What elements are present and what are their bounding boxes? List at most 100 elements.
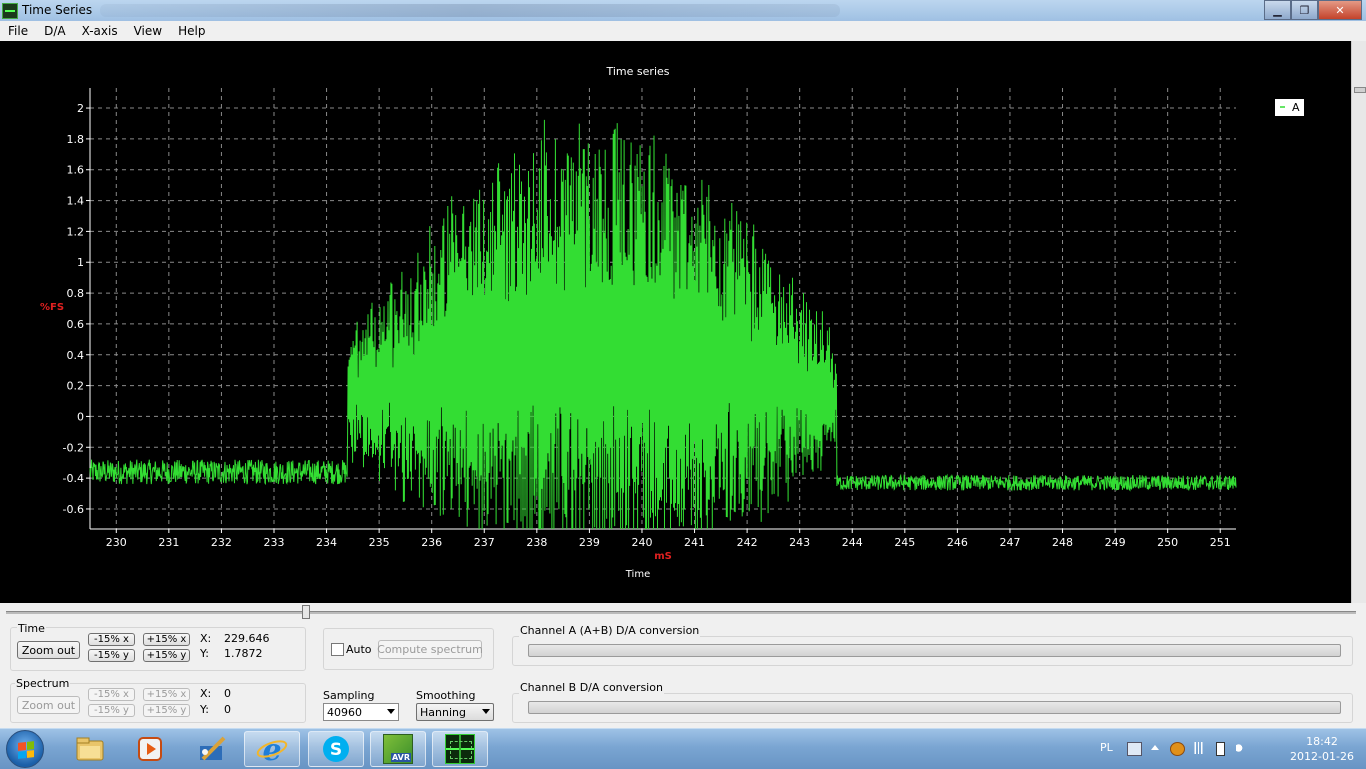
maximize-button[interactable]: ❐ (1291, 0, 1318, 20)
clock[interactable]: 18:42 2012-01-26 (1282, 734, 1362, 764)
sampling-value: 40960 (327, 706, 362, 719)
app-icon (2, 3, 18, 19)
taskbar: e S AVR PL 18:42 2012-01-26 (0, 728, 1366, 769)
chart-title: Time series (606, 65, 670, 78)
x-axis-label: Time (625, 569, 650, 580)
y-tick-label: 1.4 (67, 195, 85, 208)
time-y-label: Y: (200, 647, 209, 660)
show-hidden-icons-icon[interactable] (1151, 745, 1159, 750)
auto-checkbox[interactable] (331, 643, 344, 656)
drawing-app-icon (200, 736, 226, 761)
taskbar-media-player[interactable] (122, 731, 178, 767)
clock-date: 2012-01-26 (1290, 750, 1354, 763)
menu-x-axis[interactable]: X-axis (74, 21, 126, 41)
avr-studio-icon: AVR (383, 734, 413, 764)
x-tick-label: 233 (263, 536, 284, 549)
spectrum-y-label: Y: (200, 703, 209, 716)
x-tick-label: 248 (1052, 536, 1073, 549)
smoothing-value: Hanning (420, 706, 466, 719)
x-tick-label: 235 (369, 536, 390, 549)
taskbar-avr-studio[interactable]: AVR (370, 731, 426, 767)
close-button[interactable]: ✕ (1318, 0, 1362, 20)
menu-bar: File D/A X-axis View Help (0, 21, 1366, 41)
windows-logo-icon (18, 741, 34, 759)
compute-spectrum-button[interactable]: Compute spectrum (377, 640, 483, 659)
legend: A (1275, 99, 1304, 116)
y-tick-label: 2 (77, 102, 84, 115)
language-indicator[interactable]: PL (1100, 741, 1113, 754)
system-tray: PL 18:42 2012-01-26 (1086, 729, 1366, 769)
taskbar-drawing-app[interactable] (184, 731, 240, 767)
channel-a-label: Channel A (A+B) D/A conversion (519, 624, 701, 637)
time-series-chart[interactable]: 230 231 232 233 234 235 236 237 238 239 240 241 242 2… (0, 41, 1351, 603)
y-tick-label: 0.4 (67, 349, 85, 362)
spectrum-minus-x-button[interactable]: -15% x (88, 688, 135, 701)
spectrum-group-label: Spectrum (15, 677, 71, 690)
time-zoom-out-button[interactable]: Zoom out (17, 641, 80, 659)
window-controls: ▁ ❐ ✕ (1264, 0, 1362, 20)
slider-thumb[interactable] (302, 605, 310, 619)
spectrum-plus-x-button[interactable]: +15% x (143, 688, 190, 701)
x-tick-label: 239 (579, 536, 600, 549)
time-minus-x-button[interactable]: -15% x (88, 633, 135, 646)
svg-text:e: e (262, 733, 281, 765)
y-tick-label: -0.4 (63, 472, 84, 485)
network-signal-icon[interactable] (1192, 742, 1205, 754)
chevron-down-icon (387, 709, 395, 714)
taskbar-internet-explorer[interactable]: e (244, 731, 300, 767)
y-axis-label: %FS (40, 302, 64, 313)
time-plus-x-button[interactable]: +15% x (143, 633, 190, 646)
x-tick-label: 236 (421, 536, 442, 549)
y-tick-label: 0.2 (67, 380, 85, 393)
menu-da[interactable]: D/A (36, 21, 74, 41)
sampling-label: Sampling (323, 689, 375, 702)
spectrum-x-label: X: (200, 687, 212, 700)
sampling-select[interactable]: 40960 (323, 703, 399, 721)
smoothing-select[interactable]: Hanning (416, 703, 494, 721)
taskbar-skype[interactable]: S (308, 731, 364, 767)
plot-panel[interactable]: 230 231 232 233 234 235 236 237 238 239 240 241 242 2… (0, 41, 1351, 603)
start-button[interactable] (6, 730, 44, 768)
minimize-button[interactable]: ▁ (1264, 0, 1291, 20)
menu-file[interactable]: File (0, 21, 36, 41)
clock-time: 18:42 (1306, 735, 1338, 748)
chevron-down-icon (482, 709, 490, 714)
window-title: Time Series (22, 3, 93, 17)
x-tick-label: 240 (631, 536, 652, 549)
x-tick-label: 251 (1210, 536, 1231, 549)
time-minus-y-button[interactable]: -15% y (88, 649, 135, 662)
scrollbar-thumb[interactable] (1354, 87, 1366, 93)
keyboard-icon[interactable] (1127, 742, 1142, 756)
taskbar-time-series-app[interactable] (432, 731, 488, 767)
time-group-label: Time (17, 622, 46, 635)
spectrum-minus-y-button[interactable]: -15% y (88, 704, 135, 717)
svg-text:S: S (330, 740, 342, 760)
x-tick-label: 231 (158, 536, 179, 549)
taskbar-explorer[interactable] (62, 731, 118, 767)
spectrum-plus-y-button[interactable]: +15% y (143, 704, 190, 717)
title-bar: Time Series ▁ ❐ ✕ (0, 0, 1366, 22)
internet-explorer-icon: e (256, 733, 288, 765)
time-slider[interactable] (6, 605, 1356, 619)
menu-view[interactable]: View (126, 21, 170, 41)
menu-help[interactable]: Help (170, 21, 213, 41)
channel-b-progress-bar (528, 701, 1341, 714)
smoothing-label: Smoothing (416, 689, 476, 702)
time-plus-y-button[interactable]: +15% y (143, 649, 190, 662)
time-x-value: 229.646 (224, 632, 270, 645)
y-tick-label: 1.6 (67, 164, 85, 177)
legend-box (1275, 99, 1304, 116)
y-tick-label: 0.6 (67, 318, 85, 331)
spectrum-zoom-out-button[interactable]: Zoom out (17, 696, 80, 714)
vertical-scrollbar[interactable] (1351, 41, 1366, 603)
y-tick-label: -0.2 (63, 441, 84, 454)
volume-icon[interactable] (1236, 742, 1249, 754)
time-series-app-icon (445, 734, 475, 764)
x-tick-label: 237 (474, 536, 495, 549)
update-icon[interactable] (1170, 742, 1185, 756)
x-tick-label: 244 (842, 536, 863, 549)
y-tick-label: -0.6 (63, 503, 84, 516)
x-tick-label: 247 (999, 536, 1020, 549)
channel-a-progress-bar (528, 644, 1341, 657)
battery-icon[interactable] (1216, 742, 1225, 756)
